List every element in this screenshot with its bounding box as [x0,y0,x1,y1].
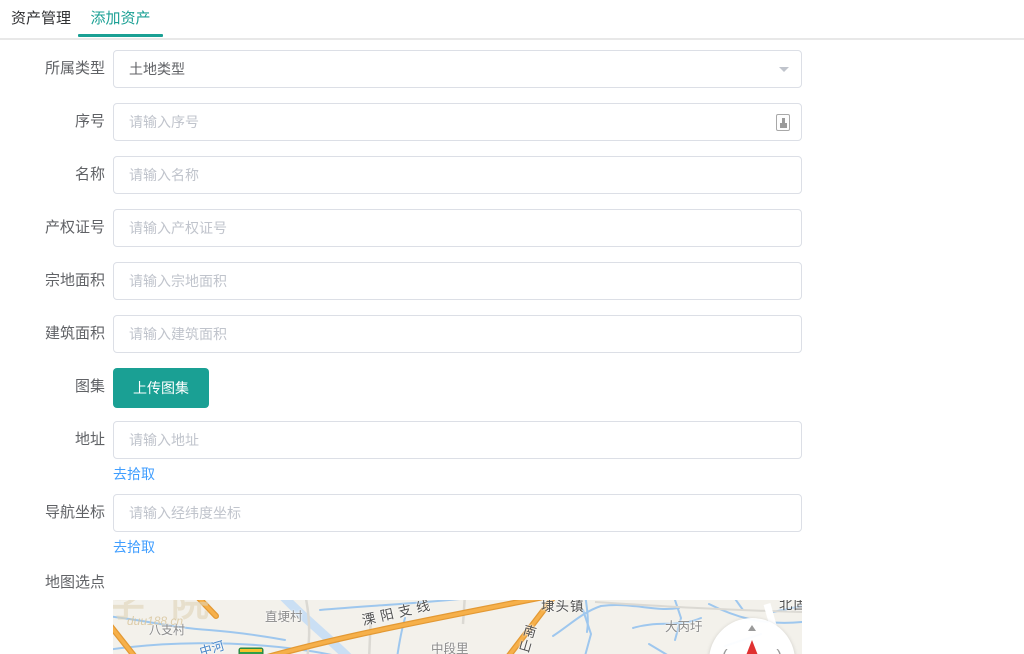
form-row-building-area: 建筑面积 [0,315,1024,353]
form-row-map-point: 地图选点 [0,573,1024,593]
building-area-input[interactable] [113,315,802,353]
address-pick-link[interactable]: 去拾取 [113,464,155,484]
cert-input[interactable] [113,209,802,247]
coords-label: 导航坐标 [0,494,105,557]
map-label-village: 八支村 [149,621,185,638]
form-row-serial: 序号 [0,103,1024,141]
form-row-coords: 导航坐标 去拾取 [0,494,1024,557]
compass-north-tick [748,625,756,631]
type-label: 所属类型 [0,50,105,88]
tab-asset-management[interactable]: 资产管理 [10,0,72,38]
parcel-area-input[interactable] [113,262,802,300]
active-tab-underline [78,34,163,37]
map-label-village: 直埂村 [265,606,303,625]
form-row-parcel-area: 宗地面积 [0,262,1024,300]
gallery-label: 图集 [0,368,105,408]
compass-rotate-right[interactable]: ) [776,646,782,654]
form-row-cert: 产权证号 [0,209,1024,247]
number-input-icon [776,114,790,131]
compass-needle-icon [745,640,759,654]
form-row-address: 地址 去拾取 [0,421,1024,484]
map-picker-canvas[interactable]: 233 学院 duu188.cn 直埂村 溧阳支线 八支村 中河 中段里 埭头镇… [113,600,802,654]
name-input[interactable] [113,156,802,194]
address-input[interactable] [113,421,802,459]
road-badge: 233 [239,648,263,654]
map-label-village: 大丙圩 [665,616,703,635]
upload-gallery-button[interactable]: 上传图集 [113,368,209,408]
tab-bar: 资产管理 添加资产 [0,0,1024,40]
map-label-town: 埭头镇 [541,600,585,615]
cert-label: 产权证号 [0,209,105,247]
address-label: 地址 [0,421,105,484]
building-area-label: 建筑面积 [0,315,105,353]
map-label-village: 中段里 [431,638,469,654]
coords-pick-link[interactable]: 去拾取 [113,537,155,557]
map-point-label: 地图选点 [0,573,105,593]
type-select[interactable]: 土地类型 [113,50,802,88]
name-label: 名称 [0,156,105,194]
tab-add-asset[interactable]: 添加资产 [78,0,163,38]
form-row-gallery: 图集 上传图集 [0,368,1024,408]
serial-input[interactable] [113,103,802,141]
form-row-type: 所属类型 土地类型 [0,50,1024,88]
add-asset-form: 所属类型 土地类型 序号 名称 产权证号 宗地面积 建筑面积 [0,40,1024,654]
form-row-name: 名称 [0,156,1024,194]
compass-rotate-left[interactable]: ( [722,646,728,654]
map-label-place: 北固 [779,600,802,613]
chevron-down-icon [779,67,789,77]
serial-label: 序号 [0,103,105,141]
parcel-area-label: 宗地面积 [0,262,105,300]
coords-input[interactable] [113,494,802,532]
